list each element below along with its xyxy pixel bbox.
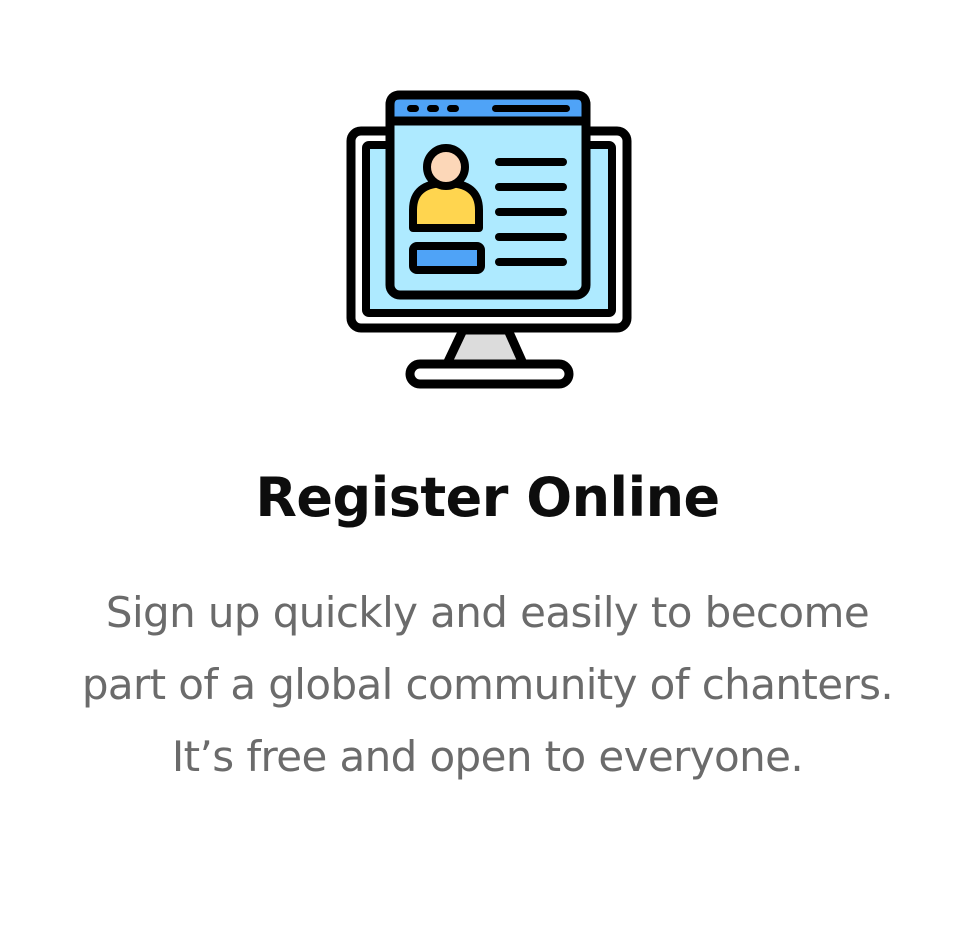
window-dot-3 bbox=[447, 105, 459, 112]
avatar-head-icon bbox=[423, 144, 469, 190]
monitor-user-profile-icon bbox=[346, 90, 632, 389]
monitor-stand-base bbox=[405, 359, 574, 389]
register-online-card: Register Online Sign up quickly and easi… bbox=[0, 0, 975, 948]
window-dot-2 bbox=[427, 105, 439, 112]
profile-name-tag bbox=[409, 242, 485, 274]
profile-text-line-3 bbox=[495, 208, 567, 216]
feature-description: Sign up quickly and easily to become par… bbox=[81, 588, 894, 781]
profile-text-line-4 bbox=[495, 233, 567, 241]
profile-text-line-2 bbox=[495, 183, 567, 191]
window-address-line bbox=[492, 105, 570, 112]
feature-title: Register Online bbox=[255, 466, 720, 529]
profile-text-line-5 bbox=[495, 258, 567, 266]
profile-text-line-1 bbox=[495, 158, 567, 166]
window-dot-1 bbox=[407, 105, 419, 112]
